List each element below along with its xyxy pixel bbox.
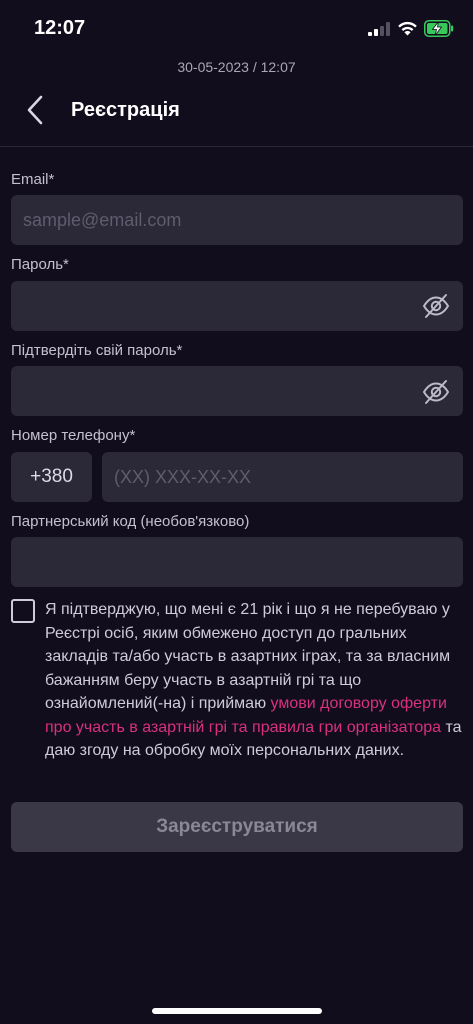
- email-label: Email*: [11, 171, 55, 188]
- back-chevron-icon[interactable]: [20, 94, 52, 126]
- status-time: 12:07: [34, 17, 86, 39]
- partner-code-field[interactable]: [11, 537, 463, 587]
- wifi-icon: [398, 21, 417, 36]
- register-button[interactable]: Зареєструватися: [11, 802, 463, 852]
- page-title: Реєстрація: [71, 99, 180, 121]
- confirm-password-field[interactable]: [11, 366, 463, 416]
- partner-code-label: Партнерський код (необов'язково): [11, 513, 250, 530]
- battery-charging-icon: [424, 20, 454, 37]
- confirm-password-label: Підтвердіть свій пароль*: [11, 342, 183, 359]
- eye-off-icon[interactable]: [421, 291, 451, 321]
- country-code-selector[interactable]: +380: [11, 452, 92, 502]
- email-field[interactable]: [11, 195, 463, 245]
- password-label: Пароль*: [11, 256, 69, 273]
- phone-field[interactable]: [102, 452, 463, 502]
- home-indicator: [152, 1008, 322, 1014]
- status-bar: 12:07: [0, 0, 473, 56]
- header-divider: [0, 146, 473, 147]
- eye-off-icon[interactable]: [421, 377, 451, 407]
- consent-text: Я підтверджую, що мені є 21 рік і що я н…: [45, 598, 467, 763]
- session-datetime: 30-05-2023 / 12:07: [177, 59, 296, 75]
- password-field[interactable]: [11, 281, 463, 331]
- header: Реєстрація: [0, 82, 473, 146]
- signal-icon: [368, 22, 390, 36]
- phone-label: Номер телефону*: [11, 427, 136, 444]
- consent-checkbox[interactable]: [11, 599, 35, 623]
